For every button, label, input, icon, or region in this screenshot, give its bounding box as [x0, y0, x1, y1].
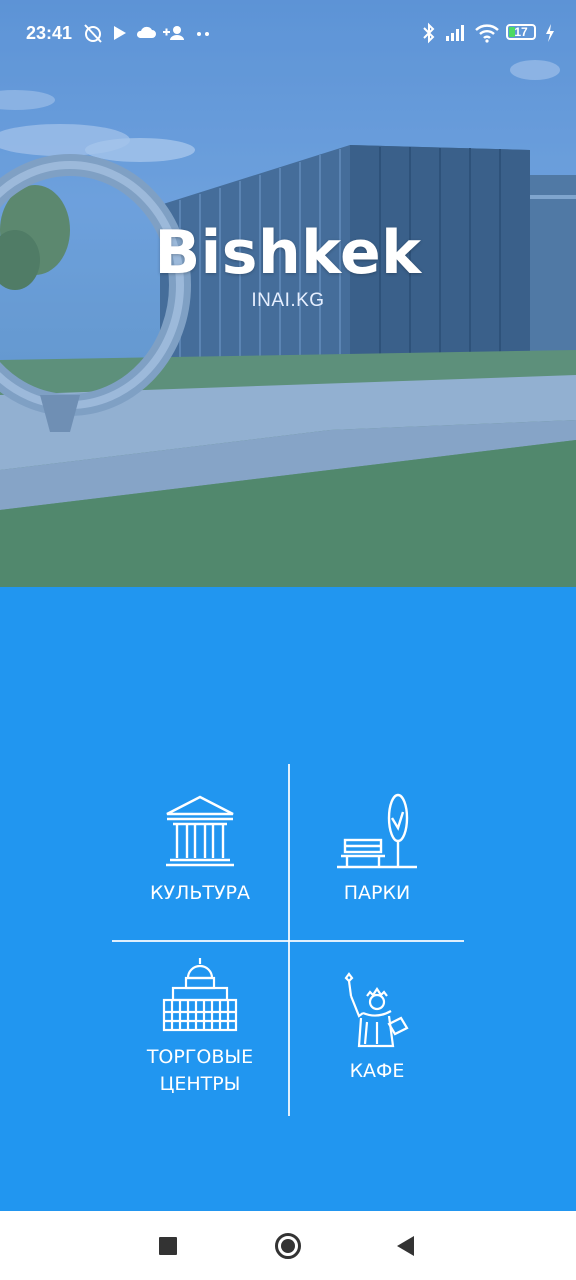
category-label: ПАРКИ — [343, 882, 411, 904]
recents-button[interactable] — [128, 1211, 208, 1280]
back-triangle-icon — [397, 1235, 414, 1256]
category-parks[interactable]: ПАРКИ — [289, 764, 465, 940]
signal-icon — [446, 25, 464, 41]
play-icon — [114, 26, 126, 40]
category-label-line2: ЦЕНТРЫ — [159, 1073, 241, 1095]
park-bench-icon — [337, 793, 417, 869]
battery-level: 17 — [514, 25, 528, 39]
status-time: 23:41 — [26, 23, 73, 43]
site-subtitle: INAI.KG — [251, 290, 325, 311]
hero-banner: Bishkek INAI.KG — [0, 0, 576, 587]
recents-square-icon — [159, 1236, 177, 1255]
back-button[interactable] — [366, 1211, 446, 1280]
alarm-off-icon — [84, 24, 102, 43]
more-dots-icon — [197, 32, 209, 36]
category-shopping-centers[interactable]: ТОРГОВЫЕ ЦЕНТРЫ — [112, 942, 288, 1118]
category-label: КУЛЬТУРА — [149, 882, 251, 904]
museum-icon — [166, 795, 234, 867]
home-button[interactable] — [248, 1211, 328, 1280]
battery-icon: 17 — [506, 24, 536, 40]
statue-of-liberty-icon — [344, 972, 409, 1048]
charging-icon — [546, 24, 554, 42]
status-bar: 23:41 17 — [0, 0, 576, 68]
system-nav-bar — [0, 1211, 576, 1280]
cloud-icon — [136, 26, 156, 38]
category-label: КАФЕ — [349, 1060, 405, 1082]
category-cafe[interactable]: КАФЕ — [289, 942, 465, 1118]
add-person-icon — [163, 26, 184, 40]
building-icon — [162, 958, 238, 1032]
category-label-line1: ТОРГОВЫЕ — [146, 1046, 254, 1068]
bluetooth-icon — [423, 22, 435, 44]
home-circle-icon — [275, 1232, 301, 1259]
city-title: Bishkek — [154, 218, 422, 288]
category-culture[interactable]: КУЛЬТУРА — [112, 764, 288, 940]
wifi-icon — [475, 24, 499, 43]
